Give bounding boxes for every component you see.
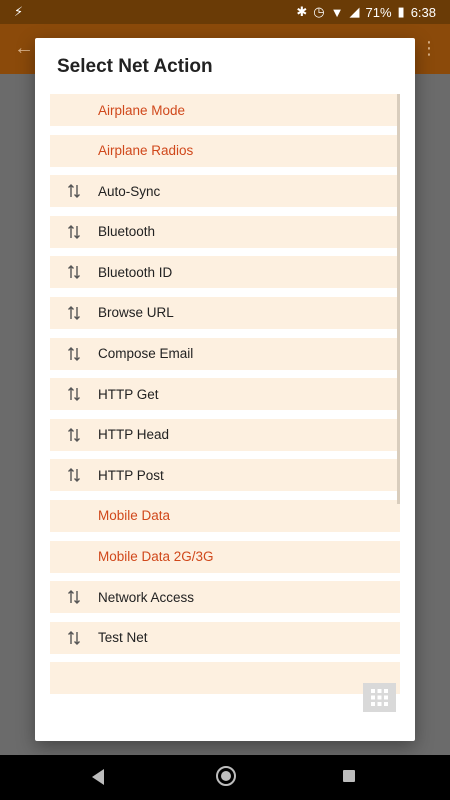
list-item-label: Airplane Mode: [98, 102, 186, 118]
swap-vert-icon: [50, 346, 98, 362]
list-item-label: Compose Email: [98, 346, 194, 362]
list-item-label: HTTP Get: [98, 386, 159, 402]
swap-vert-icon: [50, 589, 98, 605]
list-item[interactable]: Bluetooth ID: [50, 256, 400, 289]
signal-icon: ◢: [349, 4, 360, 19]
list-item[interactable]: Browse URL: [50, 296, 400, 329]
list-item-label: Mobile Data: [98, 508, 171, 524]
list-item-label: Mobile Data 2G/3G: [98, 549, 214, 565]
nav-back-icon[interactable]: [92, 769, 104, 785]
list-item[interactable]: Auto-Sync: [50, 175, 400, 208]
list-item-label: HTTP Post: [98, 467, 164, 483]
clock-text: 6:38: [410, 4, 436, 20]
list-item[interactable]: HTTP Post: [50, 459, 400, 492]
list-item-label: Auto-Sync: [98, 183, 161, 199]
list-item[interactable]: Mobile Data 2G/3G: [50, 540, 400, 573]
flash-icon: ⚡: [14, 4, 24, 19]
list-item[interactable]: Compose Email: [50, 337, 400, 370]
list-item[interactable]: Airplane Radios: [50, 134, 400, 167]
status-bar: ⚡ ✱ ◷ ▼ ◢ 71% ▮ 6:38: [0, 0, 450, 24]
swap-vert-icon: [50, 467, 98, 483]
list-item-label: Airplane Radios: [98, 143, 194, 159]
select-net-action-dialog: Select Net Action Airplane Mode Airplane …: [35, 38, 415, 741]
swap-vert-icon: [50, 264, 98, 280]
swap-vert-icon: [50, 630, 98, 646]
list-item[interactable]: Mobile Data: [50, 499, 400, 532]
list-item[interactable]: HTTP Head: [50, 418, 400, 451]
alarm-icon: ◷: [313, 4, 325, 19]
more-vert-icon[interactable]: ⋮: [420, 38, 438, 59]
nav-recents-icon[interactable]: [343, 770, 355, 782]
list-item-label: Test Net: [98, 630, 148, 646]
list-item-label: Browse URL: [98, 305, 174, 321]
list-item-label: Bluetooth: [98, 224, 156, 240]
battery-text: 71%: [365, 4, 392, 20]
list-item[interactable]: Bluetooth: [50, 215, 400, 248]
list-item[interactable]: Airplane Mode: [50, 94, 400, 126]
list-item-label: Bluetooth ID: [98, 264, 173, 280]
list-item-label: Network Access: [98, 589, 195, 605]
action-list[interactable]: Airplane Mode Airplane Radios Auto-Sync Blu…: [50, 94, 400, 709]
swap-vert-icon: [50, 305, 98, 321]
back-arrow-icon[interactable]: ←: [14, 37, 34, 60]
list-item-label: HTTP Head: [98, 427, 170, 443]
list-item[interactable]: Network Access: [50, 581, 400, 614]
status-icons: ✱ ◷ ▼ ◢ 71% ▮ 6:38: [296, 4, 436, 20]
list-item[interactable]: [50, 662, 400, 695]
nav-home-icon[interactable]: [216, 766, 236, 786]
list-item[interactable]: HTTP Get: [50, 378, 400, 411]
grid-icon: [371, 689, 388, 706]
grid-view-button[interactable]: [363, 683, 396, 712]
bluetooth-icon: ✱: [296, 4, 308, 19]
wifi-icon: ▼: [330, 4, 344, 20]
battery-icon: ▮: [397, 4, 405, 19]
list-item[interactable]: Test Net: [50, 621, 400, 654]
swap-vert-icon: [50, 427, 98, 443]
scrollbar[interactable]: [397, 94, 400, 504]
swap-vert-icon: [50, 386, 98, 402]
swap-vert-icon: [50, 183, 98, 199]
swap-vert-icon: [50, 224, 98, 240]
navigation-bar: [0, 755, 450, 800]
dialog-title: Select Net Action: [57, 56, 213, 77]
